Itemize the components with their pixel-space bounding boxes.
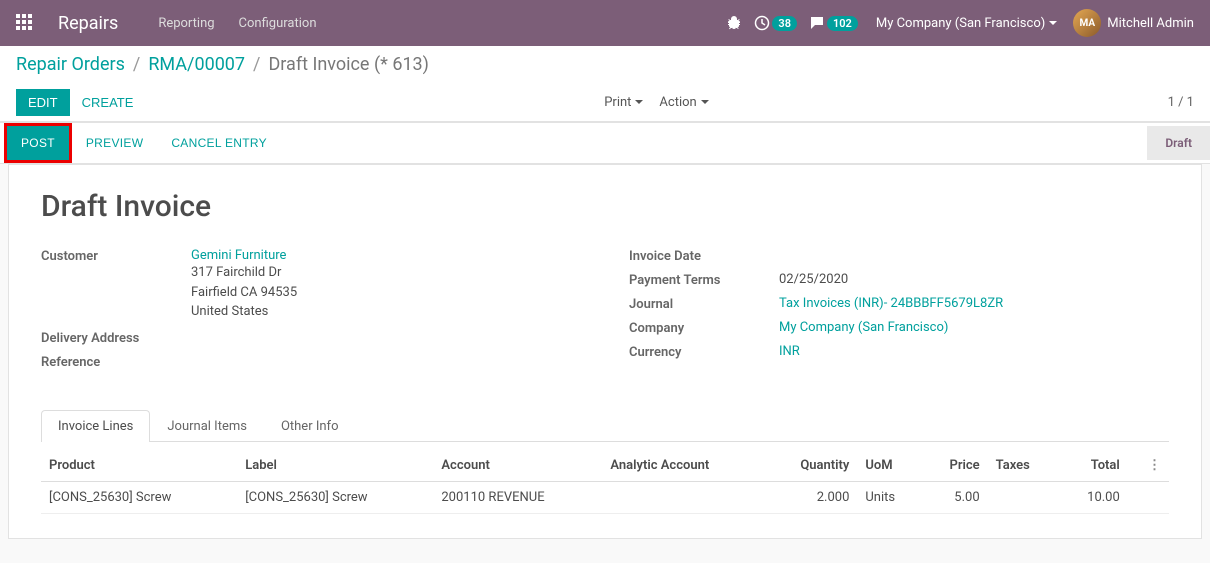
right-column: Invoice Date Payment Terms 02/25/2020 Jo… xyxy=(629,248,1169,378)
breadcrumb: Repair Orders / RMA/00007 / Draft Invoic… xyxy=(16,54,1194,75)
breadcrumb-rma[interactable]: RMA/00007 xyxy=(148,54,245,75)
cell-analytic xyxy=(602,481,765,513)
col-account[interactable]: Account xyxy=(433,450,602,482)
post-button[interactable]: Post xyxy=(7,126,69,160)
cell-uom: Units xyxy=(857,481,922,513)
col-label[interactable]: Label xyxy=(237,450,433,482)
invoice-lines-table: Product Label Account Analytic Account Q… xyxy=(41,450,1169,514)
tab-invoice-lines[interactable]: Invoice Lines xyxy=(41,410,150,442)
bug-icon[interactable] xyxy=(726,15,742,31)
user-menu[interactable]: MA Mitchell Admin xyxy=(1073,9,1194,37)
kebab-icon[interactable]: ⋮ xyxy=(1148,458,1161,473)
toolbar: Edit Create Print Action 1 / 1 xyxy=(16,83,1194,121)
payment-terms-label: Payment Terms xyxy=(629,272,779,288)
cell-price: 5.00 xyxy=(922,481,987,513)
activities-icon[interactable]: 38 xyxy=(754,15,797,31)
create-button[interactable]: Create xyxy=(70,89,146,116)
col-uom[interactable]: UoM xyxy=(857,450,922,482)
cell-total: 10.00 xyxy=(1059,481,1128,513)
col-price[interactable]: Price xyxy=(922,450,987,482)
col-total[interactable]: Total xyxy=(1059,450,1128,482)
col-analytic[interactable]: Analytic Account xyxy=(602,450,765,482)
cell-quantity: 2.000 xyxy=(765,481,857,513)
customer-label: Customer xyxy=(41,248,191,264)
preview-button[interactable]: Preview xyxy=(72,126,157,160)
activities-badge: 38 xyxy=(772,16,797,31)
breadcrumb-repair-orders[interactable]: Repair Orders xyxy=(16,54,125,75)
menu-configuration[interactable]: Configuration xyxy=(239,16,317,31)
customer-link[interactable]: Gemini Furniture xyxy=(191,248,286,263)
delivery-address-label: Delivery Address xyxy=(41,330,191,346)
tab-journal-items[interactable]: Journal Items xyxy=(150,410,264,442)
cell-account: 200110 REVENUE xyxy=(433,481,602,513)
col-taxes[interactable]: Taxes xyxy=(988,450,1059,482)
action-dropdown[interactable]: Action xyxy=(659,95,708,110)
reference-label: Reference xyxy=(41,354,191,370)
cell-label: [CONS_25630] Screw xyxy=(237,481,433,513)
tab-other-info[interactable]: Other Info xyxy=(264,410,356,442)
address-line: Fairfield CA 94535 xyxy=(191,283,581,303)
invoice-date-label: Invoice Date xyxy=(629,248,779,264)
currency-label: Currency xyxy=(629,344,779,360)
col-quantity[interactable]: Quantity xyxy=(765,450,857,482)
chevron-down-icon xyxy=(1049,19,1057,27)
apps-icon[interactable] xyxy=(16,14,34,32)
company-link[interactable]: My Company (San Francisco) xyxy=(779,320,948,335)
payment-terms-value: 02/25/2020 xyxy=(779,272,1169,287)
chevron-down-icon xyxy=(635,98,643,106)
pager[interactable]: 1 / 1 xyxy=(1168,95,1194,110)
journal-label: Journal xyxy=(629,296,779,312)
journal-link[interactable]: Tax Invoices (INR)- 24BBBFF5679L8ZR xyxy=(779,296,1003,311)
app-brand: Repairs xyxy=(58,13,118,34)
main-navbar: Repairs Reporting Configuration 38 102 M… xyxy=(0,0,1210,46)
left-column: Customer Gemini Furniture 317 Fairchild … xyxy=(41,248,581,378)
address-line: United States xyxy=(191,302,581,322)
print-dropdown[interactable]: Print xyxy=(604,95,643,110)
discuss-badge: 102 xyxy=(827,16,858,31)
post-highlight: Post xyxy=(4,123,72,163)
breadcrumb-current: Draft Invoice (* 613) xyxy=(268,54,428,75)
address-line: 317 Fairchild Dr xyxy=(191,263,581,283)
page-title: Draft Invoice xyxy=(41,189,1169,224)
control-panel: Repair Orders / RMA/00007 / Draft Invoic… xyxy=(0,46,1210,122)
status-draft[interactable]: Draft xyxy=(1147,126,1210,160)
currency-link[interactable]: INR xyxy=(779,344,800,359)
edit-button[interactable]: Edit xyxy=(16,89,70,116)
status-bar: Post Preview Cancel Entry Draft xyxy=(0,122,1210,164)
user-name: Mitchell Admin xyxy=(1107,16,1194,31)
col-product[interactable]: Product xyxy=(41,450,237,482)
company-label: Company xyxy=(629,320,779,336)
table-row[interactable]: [CONS_25630] Screw [CONS_25630] Screw 20… xyxy=(41,481,1169,513)
cell-product: [CONS_25630] Screw xyxy=(41,481,237,513)
cancel-entry-button[interactable]: Cancel Entry xyxy=(157,126,281,160)
company-name: My Company (San Francisco) xyxy=(876,16,1045,31)
chevron-down-icon xyxy=(701,98,709,106)
form-sheet: Draft Invoice Customer Gemini Furniture … xyxy=(8,164,1202,539)
tabs: Invoice Lines Journal Items Other Info xyxy=(41,410,1169,442)
cell-taxes xyxy=(988,481,1059,513)
company-switcher[interactable]: My Company (San Francisco) xyxy=(876,16,1057,31)
avatar: MA xyxy=(1073,9,1101,37)
menu-reporting[interactable]: Reporting xyxy=(158,16,214,31)
discuss-icon[interactable]: 102 xyxy=(809,15,858,31)
